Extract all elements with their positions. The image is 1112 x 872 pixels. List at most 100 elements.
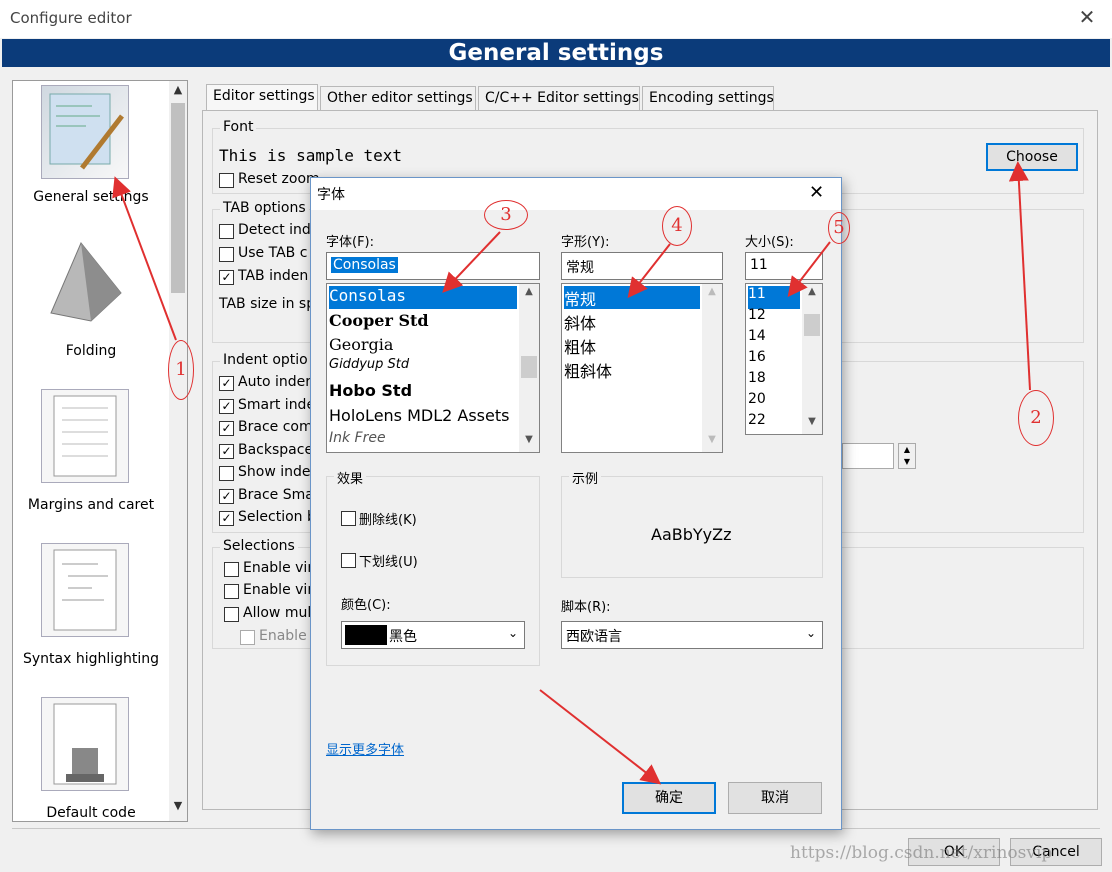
- tab-size-input[interactable]: [842, 443, 894, 469]
- choose-font-button[interactable]: Choose: [986, 143, 1078, 171]
- general-settings-icon[interactable]: [41, 85, 129, 179]
- sidebar-scroll-thumb[interactable]: [171, 103, 185, 293]
- smart-indent-checkbox[interactable]: ✓: [219, 399, 234, 414]
- size-list-item[interactable]: 12: [748, 307, 766, 330]
- enable-virtual-checkbox[interactable]: [224, 562, 239, 577]
- font-list-item[interactable]: Consolas: [329, 286, 517, 309]
- color-select[interactable]: 黑色 ⌄: [341, 621, 525, 649]
- font-dialog-close-icon[interactable]: ✕: [809, 182, 824, 203]
- font-style-list[interactable]: 常规 斜体 粗体 粗斜体 ▲ ▼: [561, 283, 723, 453]
- sidebar-item-folding[interactable]: Folding: [13, 343, 169, 359]
- font-list-item[interactable]: Hobo Std: [329, 381, 412, 404]
- font-size-list[interactable]: 11 12 14 16 18 20 22 ▲ ▼: [745, 283, 823, 435]
- auto-indent-label: Auto inder: [238, 374, 311, 390]
- font-style-input[interactable]: 常规: [561, 252, 723, 280]
- scroll-up-icon[interactable]: ▲: [702, 286, 722, 297]
- reset-zoom-label: Reset zoom: [238, 171, 320, 187]
- font-name-input[interactable]: Consolas: [326, 252, 540, 280]
- scroll-down-icon[interactable]: ▼: [519, 434, 539, 445]
- tab-size-label: TAB size in sp: [219, 296, 316, 312]
- tab-indent-checkbox[interactable]: ✓: [219, 270, 234, 285]
- sidebar-item-general-settings[interactable]: General settings: [13, 189, 169, 205]
- enable-multi-checkbox[interactable]: [240, 630, 255, 645]
- font-list-scrollbar[interactable]: ▲ ▼: [519, 284, 539, 452]
- sidebar-scroll-up-icon[interactable]: ▲: [170, 83, 186, 101]
- size-list-item[interactable]: 16: [748, 349, 766, 372]
- font-name-list[interactable]: Consolas Cooper Std Georgia Giddyup Std …: [326, 283, 540, 453]
- selection-label: Selection b: [238, 509, 316, 525]
- sidebar-item-default-code[interactable]: Default code: [13, 805, 169, 821]
- font-list-item[interactable]: HoloLens MDL2 Assets: [329, 406, 509, 429]
- sidebar-scroll-down-icon[interactable]: ▼: [170, 799, 186, 817]
- enable-virtual-2-checkbox[interactable]: [224, 584, 239, 599]
- default-code-icon[interactable]: [41, 697, 129, 791]
- style-list-item[interactable]: 斜体: [564, 310, 596, 333]
- font-list-scroll-thumb[interactable]: [521, 356, 537, 378]
- tab-cpp-editor-settings[interactable]: C/C++ Editor settings: [478, 86, 640, 112]
- syntax-icon[interactable]: [41, 543, 129, 637]
- font-dialog: 字体 ✕ 字体(F): Consolas Consolas Cooper Std…: [310, 177, 842, 830]
- reset-zoom-checkbox[interactable]: [219, 173, 234, 188]
- font-cancel-button[interactable]: 取消: [728, 782, 822, 814]
- font-size-input[interactable]: 11: [745, 252, 823, 280]
- annotation-1: 1: [168, 340, 194, 400]
- tab-other-editor-settings[interactable]: Other editor settings: [320, 86, 476, 112]
- size-list-item[interactable]: 11: [748, 286, 800, 309]
- scroll-up-icon[interactable]: ▲: [519, 286, 539, 297]
- font-list-item[interactable]: Georgia: [329, 335, 393, 358]
- underline-checkbox[interactable]: [341, 553, 356, 568]
- script-select[interactable]: 西欧语言 ⌄: [561, 621, 823, 649]
- font-list-item[interactable]: Giddyup Std: [329, 357, 409, 380]
- sidebar: ▲ ▼ General settings Folding Margins and…: [12, 80, 188, 822]
- tab-indent-label: TAB inden: [238, 268, 309, 284]
- sample-label: 示例: [569, 468, 602, 487]
- size-list-item[interactable]: 14: [748, 328, 766, 351]
- sidebar-item-margins[interactable]: Margins and caret: [13, 497, 169, 513]
- size-list-item[interactable]: 22: [748, 412, 766, 434]
- detect-indent-checkbox[interactable]: [219, 224, 234, 239]
- script-label: 脚本(R):: [561, 600, 611, 615]
- spinner-icon[interactable]: ▲ ▼: [898, 443, 916, 469]
- margins-icon[interactable]: [41, 389, 129, 483]
- annotation-2: 2: [1018, 390, 1054, 446]
- script-value: 西欧语言: [566, 629, 622, 645]
- annotation-5: 5: [828, 212, 850, 244]
- tab-encoding-settings[interactable]: Encoding settings: [642, 86, 774, 112]
- brace-completion-checkbox[interactable]: ✓: [219, 421, 234, 436]
- more-fonts-link[interactable]: 显示更多字体: [326, 739, 404, 758]
- scroll-down-icon[interactable]: ▼: [702, 434, 722, 445]
- size-list-scrollbar[interactable]: ▲ ▼: [802, 284, 822, 434]
- sidebar-item-syntax[interactable]: Syntax highlighting: [13, 651, 169, 667]
- font-list-item[interactable]: Ink Free: [329, 430, 386, 452]
- use-tab-checkbox[interactable]: [219, 247, 234, 262]
- folding-icon[interactable]: [41, 233, 129, 327]
- style-list-item[interactable]: 粗体: [564, 334, 596, 357]
- size-list-item[interactable]: 20: [748, 391, 766, 414]
- enable-multi-label: Enable: [259, 628, 307, 644]
- watermark: https://blog.csdn.net/xrinosvip: [790, 843, 1053, 863]
- scroll-up-icon[interactable]: ▲: [802, 286, 822, 297]
- color-label: 颜色(C):: [341, 598, 391, 613]
- brace-completion-label: Brace com: [238, 419, 313, 435]
- brace-smart-checkbox[interactable]: ✓: [219, 489, 234, 504]
- tab-editor-settings[interactable]: Editor settings: [206, 84, 318, 112]
- style-list-item[interactable]: 常规: [564, 286, 700, 309]
- font-list-item[interactable]: Cooper Std: [329, 311, 429, 334]
- font-ok-button[interactable]: 确定: [622, 782, 716, 814]
- style-list-scrollbar[interactable]: ▲ ▼: [702, 284, 722, 452]
- strikeout-checkbox[interactable]: [341, 511, 356, 526]
- scroll-down-icon[interactable]: ▼: [802, 416, 822, 427]
- window-close-icon[interactable]: ✕: [1072, 5, 1102, 29]
- color-value: 黑色: [389, 629, 417, 645]
- size-list-scroll-thumb[interactable]: [804, 314, 820, 336]
- selection-checkbox[interactable]: ✓: [219, 511, 234, 526]
- annotation-3: 3: [484, 200, 528, 230]
- backspace-checkbox[interactable]: ✓: [219, 444, 234, 459]
- enable-virtual-2-label: Enable vir: [243, 582, 314, 598]
- size-list-item[interactable]: 18: [748, 370, 766, 393]
- window-titlebar: Configure editor ✕: [0, 0, 1112, 38]
- style-list-item[interactable]: 粗斜体: [564, 358, 612, 381]
- show-indent-checkbox[interactable]: [219, 466, 234, 481]
- allow-multi-checkbox[interactable]: [224, 607, 239, 622]
- auto-indent-checkbox[interactable]: ✓: [219, 376, 234, 391]
